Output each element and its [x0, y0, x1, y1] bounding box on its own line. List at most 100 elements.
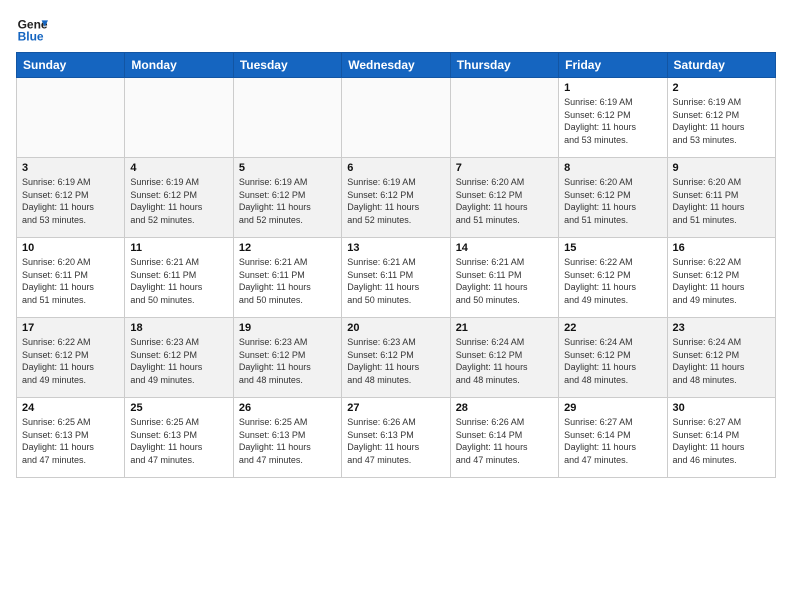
- day-number: 20: [347, 322, 444, 334]
- day-number: 28: [456, 402, 553, 414]
- day-info: Sunrise: 6:26 AM Sunset: 6:14 PM Dayligh…: [456, 416, 553, 466]
- day-number: 1: [564, 82, 661, 94]
- calendar-cell: 11Sunrise: 6:21 AM Sunset: 6:11 PM Dayli…: [125, 238, 233, 318]
- day-number: 12: [239, 242, 336, 254]
- week-row-2: 3 Sunrise: 6:19 AM Sunset: 6:12 PM Daylig…: [17, 158, 776, 238]
- calendar-cell: 20 Sunrise: 6:23 AM Sunset: 6:12 PM Dayli…: [342, 318, 450, 398]
- day-number: 2: [673, 82, 770, 94]
- calendar-cell: 18 Sunrise: 6:23 AM Sunset: 6:12 PM Dayli…: [125, 318, 233, 398]
- day-number: 13: [347, 242, 444, 254]
- day-info: Sunrise: 6:23 AM Sunset: 6:12 PM Dayligh…: [239, 336, 336, 386]
- weekday-header-wednesday: Wednesday: [342, 53, 450, 78]
- day-number: 26: [239, 402, 336, 414]
- day-number: 25: [130, 402, 227, 414]
- calendar-cell: [125, 78, 233, 158]
- calendar-cell: 23 Sunrise: 6:24 AM Sunset: 6:12 PM Dayli…: [667, 318, 775, 398]
- day-info: Sunrise: 6:19 AM Sunset: 6:12 PM Dayligh…: [347, 176, 444, 226]
- day-number: 5: [239, 162, 336, 174]
- day-info: Sunrise: 6:27 AM Sunset: 6:14 PM Dayligh…: [673, 416, 770, 466]
- day-number: 16: [673, 242, 770, 254]
- day-info: Sunrise: 6:20 AM Sunset: 6:12 PM Dayligh…: [564, 176, 661, 226]
- header: General Blue: [16, 10, 776, 46]
- calendar-cell: 5 Sunrise: 6:19 AM Sunset: 6:12 PM Daylig…: [233, 158, 341, 238]
- day-info: Sunrise: 6:19 AM Sunset: 6:12 PM Dayligh…: [564, 96, 661, 146]
- day-info: Sunrise: 6:21 AM Sunset: 6:11 PM Dayligh…: [239, 256, 336, 306]
- day-info: Sunrise: 6:19 AM Sunset: 6:12 PM Dayligh…: [673, 96, 770, 146]
- calendar-cell: 9 Sunrise: 6:20 AM Sunset: 6:11 PM Daylig…: [667, 158, 775, 238]
- day-info: Sunrise: 6:22 AM Sunset: 6:12 PM Dayligh…: [22, 336, 119, 386]
- calendar-cell: [342, 78, 450, 158]
- day-info: Sunrise: 6:23 AM Sunset: 6:12 PM Dayligh…: [347, 336, 444, 386]
- day-number: 22: [564, 322, 661, 334]
- weekday-header-monday: Monday: [125, 53, 233, 78]
- weekday-header-tuesday: Tuesday: [233, 53, 341, 78]
- calendar-cell: 17 Sunrise: 6:22 AM Sunset: 6:12 PM Dayli…: [17, 318, 125, 398]
- calendar-cell: 8 Sunrise: 6:20 AM Sunset: 6:12 PM Daylig…: [559, 158, 667, 238]
- day-number: 14: [456, 242, 553, 254]
- weekday-header-saturday: Saturday: [667, 53, 775, 78]
- week-row-4: 17 Sunrise: 6:22 AM Sunset: 6:12 PM Dayli…: [17, 318, 776, 398]
- day-number: 29: [564, 402, 661, 414]
- day-info: Sunrise: 6:22 AM Sunset: 6:12 PM Dayligh…: [673, 256, 770, 306]
- weekday-header-friday: Friday: [559, 53, 667, 78]
- calendar-cell: [450, 78, 558, 158]
- weekday-header-thursday: Thursday: [450, 53, 558, 78]
- calendar-cell: 3Sunrise: 6:19 AM Sunset: 6:12 PM Daylig…: [17, 158, 125, 238]
- day-number: 11: [130, 242, 227, 254]
- calendar-cell: 1 Sunrise: 6:19 AM Sunset: 6:12 PM Daylig…: [559, 78, 667, 158]
- day-number: 27: [347, 402, 444, 414]
- day-info: Sunrise: 6:25 AM Sunset: 6:13 PM Dayligh…: [22, 416, 119, 466]
- logo: General Blue: [16, 14, 50, 46]
- day-number: 19: [239, 322, 336, 334]
- calendar-cell: 6Sunrise: 6:19 AM Sunset: 6:12 PM Daylig…: [342, 158, 450, 238]
- day-info: Sunrise: 6:26 AM Sunset: 6:13 PM Dayligh…: [347, 416, 444, 466]
- week-row-3: 10 Sunrise: 6:20 AM Sunset: 6:11 PM Dayli…: [17, 238, 776, 318]
- calendar-cell: 29 Sunrise: 6:27 AM Sunset: 6:14 PM Dayli…: [559, 398, 667, 478]
- day-info: Sunrise: 6:20 AM Sunset: 6:11 PM Dayligh…: [673, 176, 770, 226]
- calendar-cell: 15Sunrise: 6:22 AM Sunset: 6:12 PM Dayli…: [559, 238, 667, 318]
- calendar: SundayMondayTuesdayWednesdayThursdayFrid…: [16, 52, 776, 478]
- calendar-cell: 30Sunrise: 6:27 AM Sunset: 6:14 PM Dayli…: [667, 398, 775, 478]
- week-row-5: 24 Sunrise: 6:25 AM Sunset: 6:13 PM Dayli…: [17, 398, 776, 478]
- day-info: Sunrise: 6:27 AM Sunset: 6:14 PM Dayligh…: [564, 416, 661, 466]
- calendar-cell: 25 Sunrise: 6:25 AM Sunset: 6:13 PM Dayli…: [125, 398, 233, 478]
- day-info: Sunrise: 6:21 AM Sunset: 6:11 PM Dayligh…: [456, 256, 553, 306]
- calendar-cell: 16 Sunrise: 6:22 AM Sunset: 6:12 PM Dayli…: [667, 238, 775, 318]
- day-info: Sunrise: 6:24 AM Sunset: 6:12 PM Dayligh…: [456, 336, 553, 386]
- calendar-cell: 19 Sunrise: 6:23 AM Sunset: 6:12 PM Dayli…: [233, 318, 341, 398]
- day-number: 3: [22, 162, 119, 174]
- day-info: Sunrise: 6:20 AM Sunset: 6:11 PM Dayligh…: [22, 256, 119, 306]
- day-number: 10: [22, 242, 119, 254]
- svg-text:Blue: Blue: [18, 29, 44, 43]
- day-info: Sunrise: 6:23 AM Sunset: 6:12 PM Dayligh…: [130, 336, 227, 386]
- calendar-cell: 14 Sunrise: 6:21 AM Sunset: 6:11 PM Dayli…: [450, 238, 558, 318]
- day-number: 15: [564, 242, 661, 254]
- calendar-cell: 7 Sunrise: 6:20 AM Sunset: 6:12 PM Daylig…: [450, 158, 558, 238]
- day-info: Sunrise: 6:24 AM Sunset: 6:12 PM Dayligh…: [564, 336, 661, 386]
- day-number: 23: [673, 322, 770, 334]
- calendar-cell: 12 Sunrise: 6:21 AM Sunset: 6:11 PM Dayli…: [233, 238, 341, 318]
- day-number: 21: [456, 322, 553, 334]
- day-number: 17: [22, 322, 119, 334]
- calendar-cell: 4Sunrise: 6:19 AM Sunset: 6:12 PM Daylig…: [125, 158, 233, 238]
- day-info: Sunrise: 6:19 AM Sunset: 6:12 PM Dayligh…: [239, 176, 336, 226]
- calendar-cell: 10 Sunrise: 6:20 AM Sunset: 6:11 PM Dayli…: [17, 238, 125, 318]
- week-row-1: 1 Sunrise: 6:19 AM Sunset: 6:12 PM Daylig…: [17, 78, 776, 158]
- calendar-cell: 21 Sunrise: 6:24 AM Sunset: 6:12 PM Dayli…: [450, 318, 558, 398]
- day-info: Sunrise: 6:24 AM Sunset: 6:12 PM Dayligh…: [673, 336, 770, 386]
- calendar-cell: 2 Sunrise: 6:19 AM Sunset: 6:12 PM Daylig…: [667, 78, 775, 158]
- page: General Blue SundayMondayTuesdayWednesda…: [0, 0, 792, 612]
- day-number: 4: [130, 162, 227, 174]
- calendar-cell: 26Sunrise: 6:25 AM Sunset: 6:13 PM Dayli…: [233, 398, 341, 478]
- calendar-cell: [233, 78, 341, 158]
- calendar-cell: 27 Sunrise: 6:26 AM Sunset: 6:13 PM Dayli…: [342, 398, 450, 478]
- calendar-cell: 13Sunrise: 6:21 AM Sunset: 6:11 PM Dayli…: [342, 238, 450, 318]
- day-info: Sunrise: 6:20 AM Sunset: 6:12 PM Dayligh…: [456, 176, 553, 226]
- day-number: 8: [564, 162, 661, 174]
- day-number: 9: [673, 162, 770, 174]
- day-number: 24: [22, 402, 119, 414]
- day-info: Sunrise: 6:25 AM Sunset: 6:13 PM Dayligh…: [130, 416, 227, 466]
- weekday-header-sunday: Sunday: [17, 53, 125, 78]
- day-number: 18: [130, 322, 227, 334]
- day-number: 7: [456, 162, 553, 174]
